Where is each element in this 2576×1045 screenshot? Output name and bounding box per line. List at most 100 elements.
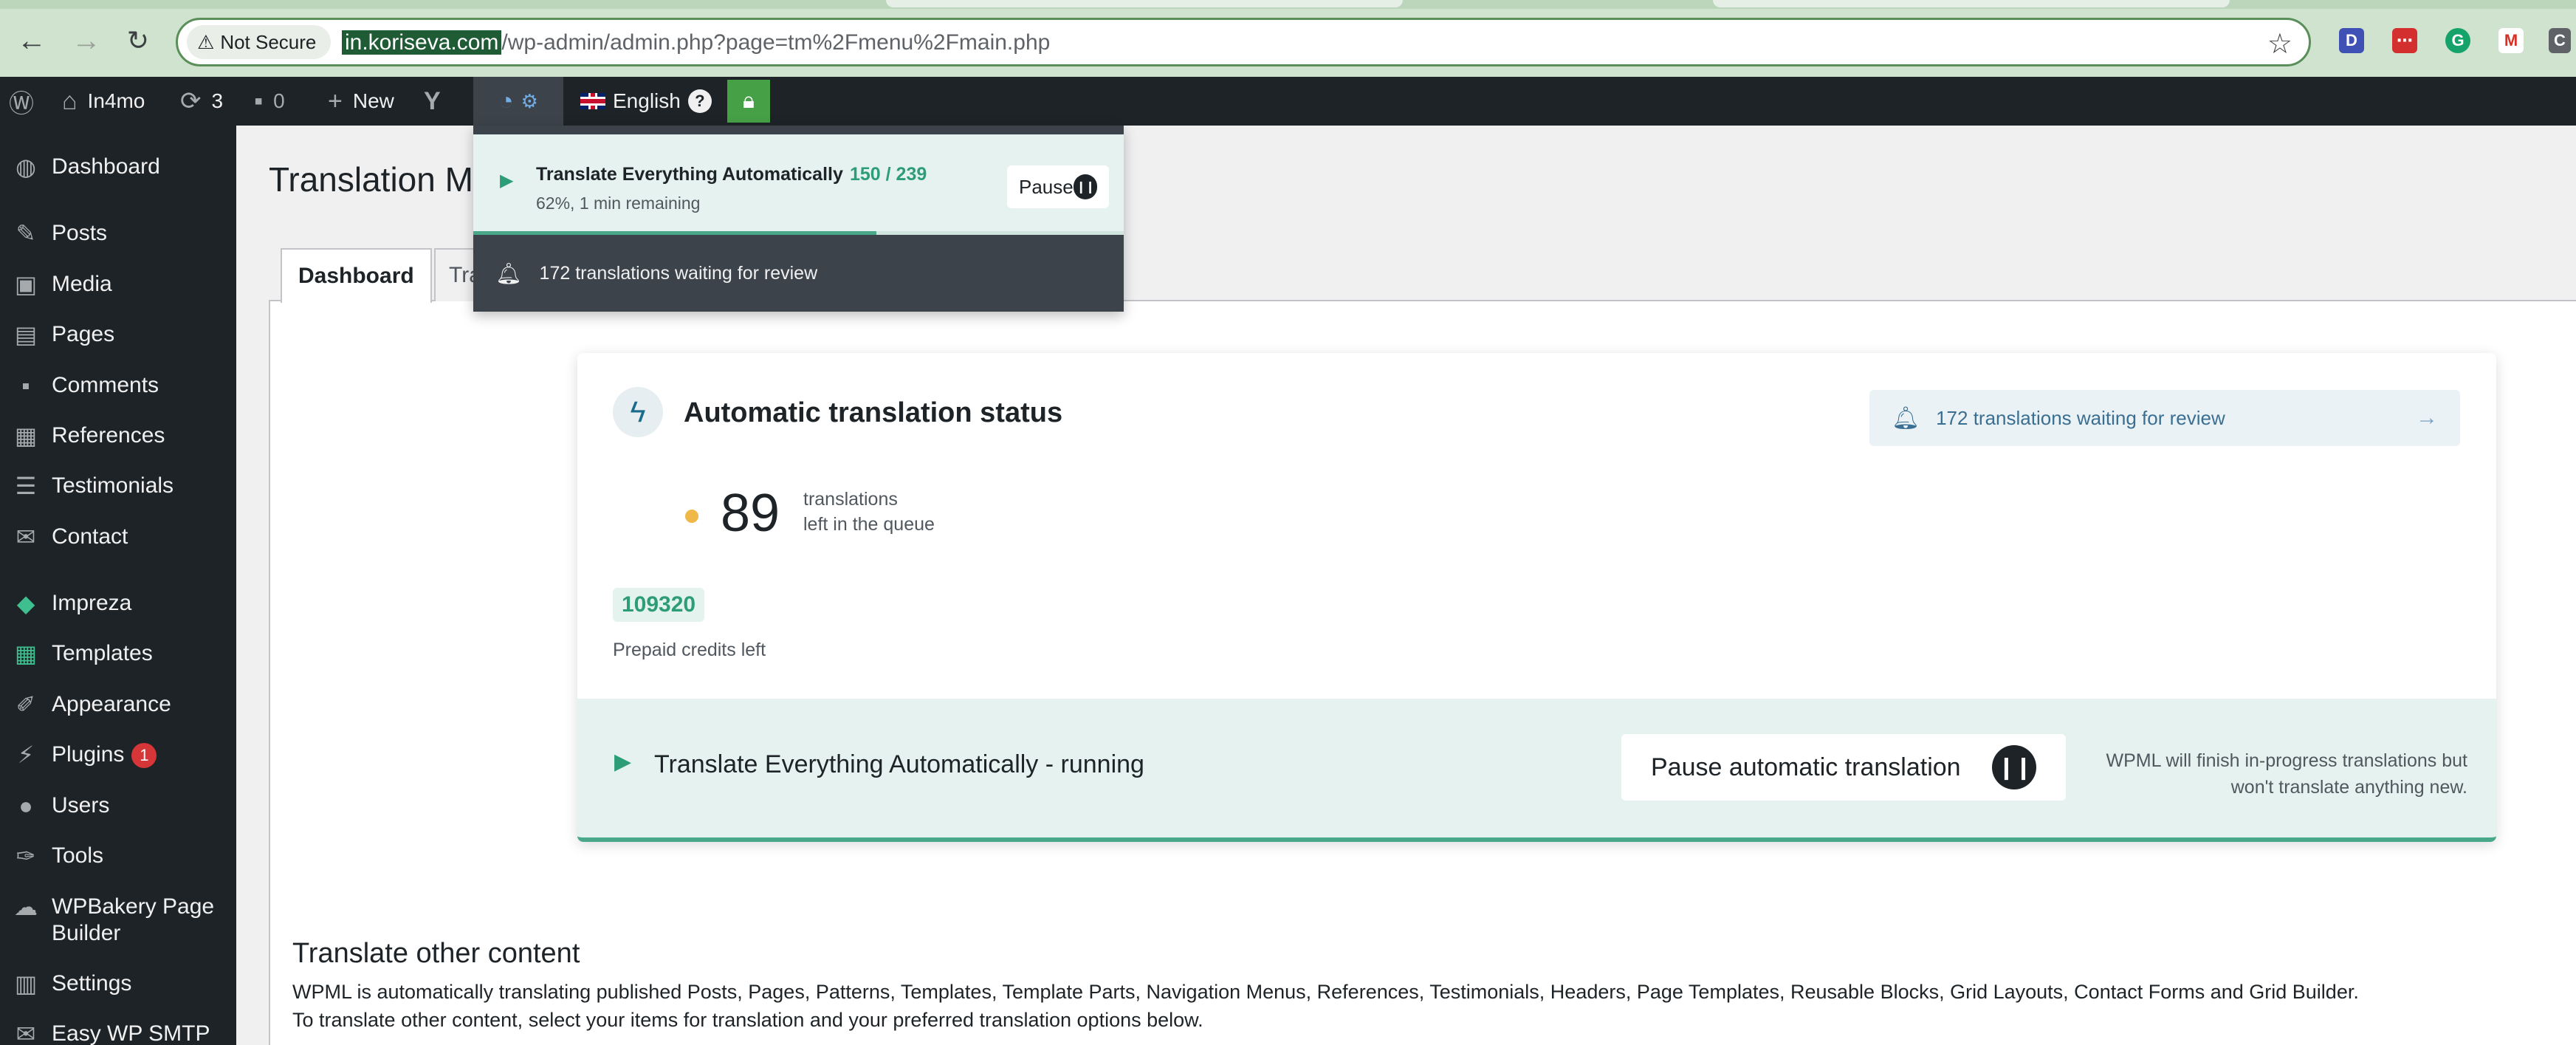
sidebar-item-media[interactable]: ▣ Media bbox=[0, 271, 236, 298]
dropdown-review-link[interactable]: 🔔︎ 172 translations waiting for review bbox=[473, 235, 1124, 312]
home-icon: ⌂ bbox=[62, 86, 78, 115]
other-content-title: Translate other content bbox=[292, 938, 580, 969]
warning-icon: ⚠ bbox=[197, 30, 215, 53]
browser-tab[interactable] bbox=[886, 0, 1403, 7]
wpml-translate-icon: ◔ bbox=[498, 86, 514, 115]
brush-icon: ✐ bbox=[16, 691, 36, 718]
comment-icon: ▪ bbox=[21, 372, 30, 399]
extension-dots-icon[interactable]: ⋯ bbox=[2392, 28, 2417, 53]
url-path: /wp-admin/admin.php?page=tm%2Fmenu%2Fmai… bbox=[501, 30, 1051, 55]
new-content-link[interactable]: + New bbox=[328, 77, 394, 126]
dropdown-review-text: 172 translations waiting for review bbox=[539, 262, 818, 284]
dropdown-progress-panel: ▶ Translate Everything Automatically 150… bbox=[473, 126, 1124, 235]
sidebar-item-impreza[interactable]: ◆ Impreza bbox=[0, 590, 236, 617]
site-name: In4mo bbox=[87, 89, 145, 112]
references-icon: ▦ bbox=[14, 422, 38, 449]
uk-flag-icon bbox=[580, 93, 605, 109]
queue-label-line2: left in the queue bbox=[803, 514, 935, 535]
back-icon[interactable]: ← bbox=[13, 22, 50, 59]
sidebar-item-appearance[interactable]: ✐ Appearance bbox=[0, 691, 236, 718]
review-notice-text: 172 translations waiting for review bbox=[1936, 406, 2225, 429]
arrow-right-icon: → bbox=[2416, 405, 2438, 430]
sidebar-item-tools[interactable]: ✑ Tools bbox=[0, 843, 236, 869]
wp-admin-bar: Ⓦ ⌂ In4mo ⟳ 3 ▪ 0 + New Y ◔ ⚙ English ? … bbox=[0, 77, 2576, 126]
sidebar-item-references[interactable]: ▦ References bbox=[0, 422, 236, 449]
browser-tab[interactable] bbox=[1713, 0, 2230, 7]
updates-link[interactable]: ⟳ 3 bbox=[180, 77, 223, 126]
sidebar-item-contact[interactable]: ✉ Contact bbox=[0, 524, 236, 550]
mail-icon: ✉ bbox=[16, 524, 36, 550]
media-icon: ▣ bbox=[14, 271, 38, 298]
not-secure-chip[interactable]: ⚠ Not Secure bbox=[187, 25, 332, 59]
templates-icon: ▦ bbox=[14, 640, 38, 667]
other-content-description: WPML is automatically translating publis… bbox=[292, 981, 2359, 1003]
pause-note-line1: WPML will finish in-progress translation… bbox=[2106, 750, 2467, 771]
language-switcher[interactable]: English ? bbox=[580, 77, 712, 126]
dashboard-icon: ◍ bbox=[16, 154, 36, 180]
dropdown-subtitle: 62%, 1 min remaining bbox=[536, 193, 701, 213]
sidebar-item-testimonials[interactable]: ☰ Testimonials bbox=[0, 473, 236, 499]
gmail-icon[interactable]: M bbox=[2498, 28, 2524, 53]
pause-button-label: Pause automatic translation bbox=[1651, 753, 1961, 781]
comments-count: 0 bbox=[273, 89, 285, 112]
sidebar-item-templates[interactable]: ▦ Templates bbox=[0, 640, 236, 667]
pause-automatic-translation-button[interactable]: Pause automatic translation ❙❙ bbox=[1621, 734, 2066, 801]
comments-link[interactable]: ▪ 0 bbox=[254, 77, 285, 126]
queue-status-dot bbox=[685, 510, 698, 523]
settings-icon: ▥ bbox=[14, 970, 38, 997]
wpml-status-menu[interactable]: ◔ ⚙ bbox=[473, 77, 563, 126]
page-title: Translation Ma bbox=[269, 160, 492, 199]
pin-icon: ✎ bbox=[16, 220, 36, 247]
tab-translations[interactable]: Tra bbox=[434, 248, 478, 301]
language-label: English bbox=[613, 89, 681, 112]
running-status-band: ▶ Translate Everything Automatically - r… bbox=[577, 699, 2496, 842]
tab-dashboard[interactable]: Dashboard bbox=[281, 248, 432, 303]
grammarly-icon[interactable]: G bbox=[2445, 28, 2470, 53]
sidebar-item-comments[interactable]: ▪ Comments bbox=[0, 372, 236, 399]
address-bar[interactable]: ⚠ Not Secure in.koriseva.com/wp-admin/ad… bbox=[176, 18, 2311, 66]
sidebar-item-pages[interactable]: ▤ Pages bbox=[0, 321, 236, 348]
sidebar-item-posts[interactable]: ✎ Posts bbox=[0, 220, 236, 247]
wordpress-logo-icon[interactable]: Ⓦ bbox=[9, 77, 34, 126]
sidebar-item-users[interactable]: ● Users bbox=[0, 792, 236, 819]
extension-c-icon[interactable]: C bbox=[2549, 28, 2571, 53]
sidebar-item-plugins[interactable]: ⚡ Plugins 1 bbox=[0, 741, 236, 769]
sidebar-item-easy-wp-smtp[interactable]: ✉ Easy WP SMTP bbox=[0, 1021, 236, 1045]
running-label: Translate Everything Automatically - run… bbox=[654, 750, 1144, 778]
forward-icon[interactable]: → bbox=[68, 22, 105, 59]
comment-icon: ▪ bbox=[254, 86, 264, 115]
queue-count: 89 bbox=[721, 484, 780, 543]
testimonials-icon: ☰ bbox=[15, 473, 37, 499]
diamond-icon: ◆ bbox=[16, 590, 35, 617]
cloud-icon: ☁ bbox=[14, 894, 38, 920]
extension-d-icon[interactable]: D bbox=[2339, 28, 2364, 53]
sidebar-item-settings[interactable]: ▥ Settings bbox=[0, 970, 236, 997]
play-icon: ▶ bbox=[614, 750, 632, 774]
smtp-icon: ✉ bbox=[16, 1021, 36, 1045]
wpml-status-dropdown: ▶ Translate Everything Automatically 150… bbox=[473, 126, 1124, 312]
automatic-translation-status-card: ϟ Automatic translation status 🔔︎ 172 tr… bbox=[577, 353, 2496, 842]
lock-icon[interactable]: 🔒︎ bbox=[727, 80, 770, 123]
other-content-instructions: To translate other content, select your … bbox=[292, 1009, 1203, 1031]
prepaid-credits-label: Prepaid credits left bbox=[613, 640, 766, 660]
dropdown-count: 150 / 239 bbox=[850, 164, 927, 185]
sidebar-item-dashboard[interactable]: ◍ Dashboard bbox=[0, 154, 236, 180]
sidebar-item-wpbakery[interactable]: ☁ WPBakery Page Builder bbox=[0, 894, 236, 947]
help-icon[interactable]: ? bbox=[687, 89, 712, 113]
new-label: New bbox=[352, 89, 394, 112]
dropdown-pause-button[interactable]: Pause ❙❙ bbox=[1007, 165, 1109, 208]
url-text[interactable]: in.koriseva.com/wp-admin/admin.php?page=… bbox=[342, 30, 1050, 55]
site-name-link[interactable]: ⌂ In4mo bbox=[62, 77, 145, 126]
review-notice-link[interactable]: 🔔︎ 172 translations waiting for review → bbox=[1869, 390, 2460, 446]
bookmark-star-icon[interactable]: ☆ bbox=[2267, 27, 2292, 61]
dropdown-pause-label: Pause bbox=[1019, 175, 1074, 198]
updates-icon: ⟳ bbox=[180, 87, 202, 115]
bell-icon: 🔔︎ bbox=[495, 261, 522, 285]
admin-sidebar: ◍ Dashboard ✎ Posts ▣ Media ▤ Pages ▪ Comment… bbox=[0, 126, 236, 1045]
dropdown-title: Translate Everything Automatically bbox=[536, 164, 843, 185]
pause-note: WPML will finish in-progress translation… bbox=[2098, 747, 2467, 801]
yoast-icon[interactable]: Y bbox=[424, 77, 451, 126]
pause-note-line2: won't translate anything new. bbox=[2230, 777, 2467, 798]
browser-chrome: ← → ↻ ⚠ Not Secure in.koriseva.com/wp-ad… bbox=[0, 0, 2576, 77]
reload-icon[interactable]: ↻ bbox=[120, 22, 157, 59]
